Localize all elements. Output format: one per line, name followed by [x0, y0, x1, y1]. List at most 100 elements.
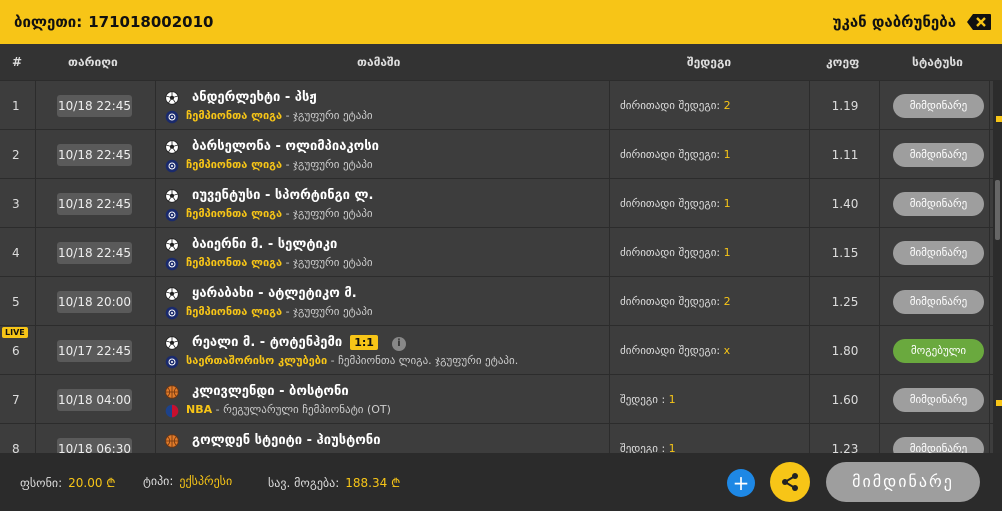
- match-teams[interactable]: იუვენტუსი - სპორტინგი ლ.: [192, 188, 373, 203]
- type-label: ტიპი:: [143, 474, 174, 488]
- match-teams[interactable]: ანდერლეხტი - პსჟ: [192, 90, 317, 105]
- status-badge[interactable]: მიმდინარე: [893, 388, 984, 412]
- live-score: 1:1: [350, 335, 378, 350]
- league-name: ჩემპიონთა ლიგა: [186, 305, 283, 318]
- odd-cell: 1.11: [810, 130, 880, 179]
- back-button[interactable]: უკან დაბრუნება: [833, 13, 992, 31]
- status-badge[interactable]: მოგებული: [893, 339, 984, 363]
- nba-icon: [165, 404, 179, 418]
- row-number-cell: 5: [0, 277, 36, 326]
- table-row[interactable]: 4 10/18 22:45 ბაიერნი მ. - სელტიკი ჩემპიონთ…: [0, 227, 1002, 277]
- bet-cell: ძირითადი შედეგი: x: [610, 326, 810, 375]
- status-badge[interactable]: მიმდინარე: [893, 290, 984, 314]
- ticket-label: ბილეთი:: [14, 13, 83, 31]
- league-name: ჩემპიონთა ლიგა: [186, 109, 283, 122]
- game-cell: კლივლენდი - ბოსტონი NBA - რეგულარული ჩემპ…: [156, 375, 610, 424]
- table-row[interactable]: 7 10/18 04:00 კლივლენდი - ბოსტონი NBA - რეგ…: [0, 374, 1002, 424]
- share-button[interactable]: [770, 462, 810, 502]
- match-teams[interactable]: კლივლენდი - ბოსტონი: [192, 384, 349, 399]
- league-name: ჩემპიონთა ლიგა: [186, 158, 283, 171]
- status-badge[interactable]: მიმდინარე: [893, 143, 984, 167]
- bet-value: 1: [723, 197, 731, 210]
- status-badge[interactable]: მიმდინარე: [893, 241, 984, 265]
- match-teams[interactable]: რეალი მ. - ტოტენჰემი: [192, 335, 342, 350]
- soccer-ball-icon: [165, 189, 179, 203]
- basketball-icon: [165, 385, 179, 399]
- teams-line: ბაიერნი მ. - სელტიკი: [192, 237, 337, 252]
- game-cell: ანდერლეხტი - პსჟ ჩემპიონთა ლიგა - ჯგუფური…: [156, 81, 610, 130]
- status-badge[interactable]: მიმდინარე: [893, 192, 984, 216]
- col-bet: შედეგი: [687, 55, 732, 69]
- league-stage: - ჯგუფური ეტაპი: [285, 158, 373, 171]
- match-date: 10/18 22:45: [57, 95, 132, 117]
- row-number-cell: 8: [0, 424, 36, 453]
- champions-league-icon: [165, 355, 179, 369]
- table-row[interactable]: 3 10/18 22:45 იუვენტუსი - სპორტინგი ლ. ჩემპ…: [0, 178, 1002, 228]
- game-cell: ბარსელონა - ოლიმპიაკოსი ჩემპიონთა ლიგა - …: [156, 130, 610, 179]
- odd-cell: 1.80: [810, 326, 880, 375]
- col-status: სტატუსი: [912, 55, 963, 69]
- table-row[interactable]: 5 10/18 20:00 ყარაბახი - ატლეტიკო მ. ჩემპიო…: [0, 276, 1002, 326]
- table-row[interactable]: LIVE 6 10/17 22:45 რეალი მ. - ტოტენჰემი 1:1 i…: [0, 325, 1002, 375]
- bet-value: x: [723, 344, 731, 357]
- col-num: #: [12, 55, 23, 69]
- stake: ფსონი: 20.00 ₾: [20, 474, 116, 491]
- league-name: ჩემპიონთა ლიგა: [186, 256, 283, 269]
- status-cell: მოგებული: [880, 326, 990, 375]
- match-teams[interactable]: ბარსელონა - ოლიმპიაკოსი: [192, 139, 379, 154]
- status-cell: მიმდინარე: [880, 424, 990, 453]
- share-icon: [782, 473, 798, 491]
- league-name: NBA: [186, 403, 213, 416]
- status-badge[interactable]: მიმდინარე: [893, 437, 984, 453]
- match-teams[interactable]: ყარაბახი - ატლეტიკო მ.: [192, 286, 357, 301]
- ticket-number: 171018002010: [88, 13, 214, 31]
- bet-type: ტიპი: ექსპრესი: [143, 474, 232, 488]
- odd-cell: 1.15: [810, 228, 880, 277]
- bet-cell: შედეგი : 1: [610, 375, 810, 424]
- match-date: 10/18 22:45: [57, 193, 132, 215]
- possible-win: სავ. მოგება: 188.34 ₾: [268, 474, 400, 491]
- row-number: 7: [12, 393, 20, 407]
- ticket-footer: ფსონი: 20.00 ₾ ტიპი: ექსპრესი სავ. მოგება:…: [0, 453, 1002, 511]
- bet-label: ძირითადი შედეგი:: [620, 246, 721, 259]
- type-value: ექსპრესი: [179, 474, 233, 488]
- row-number: 4: [12, 246, 20, 260]
- date-cell: 10/18 22:45: [36, 228, 156, 277]
- league-line: ჩემპიონთა ლიგა - ჯგუფური ეტაპი: [186, 207, 373, 220]
- col-date: თარიღი: [68, 55, 118, 69]
- odd-cell: 1.60: [810, 375, 880, 424]
- match-date: 10/18 04:00: [57, 389, 132, 411]
- scrollbar-thumb[interactable]: [995, 180, 1000, 240]
- row-number: 2: [12, 148, 20, 162]
- bet-label: შედეგი :: [620, 393, 666, 406]
- bet-table[interactable]: 1 10/18 22:45 ანდერლეხტი - პსჟ ჩემპიონთა ლი…: [0, 80, 1002, 453]
- plus-button[interactable]: +: [727, 469, 755, 497]
- table-row[interactable]: 1 10/18 22:45 ანდერლეხტი - პსჟ ჩემპიონთა ლი…: [0, 80, 1002, 130]
- odd-value: 1.80: [831, 344, 859, 358]
- bet-value: 1: [668, 393, 676, 406]
- ticket-header: ბილეთი: 171018002010 უკან დაბრუნება: [0, 0, 1002, 44]
- league-stage: - ჯგუფური ეტაპი: [285, 305, 373, 318]
- odd-cell: 1.23: [810, 424, 880, 453]
- scrollbar[interactable]: [993, 80, 1002, 453]
- bet-label: ძირითადი შედეგი:: [620, 197, 721, 210]
- odd-value: 1.25: [831, 295, 859, 309]
- table-row[interactable]: 8 10/18 06:30 გოლდენ სტეიტი - ჰიუსტონი შედე…: [0, 423, 1002, 453]
- status-button[interactable]: მიმდინარე: [826, 462, 980, 502]
- info-icon[interactable]: i: [391, 337, 406, 351]
- league-stage: - ჯგუფური ეტაპი: [285, 207, 373, 220]
- match-date: 10/18 22:45: [57, 144, 132, 166]
- soccer-ball-icon: [165, 238, 179, 252]
- row-number-cell: 1: [0, 81, 36, 130]
- bet-label: ძირითადი შედეგი:: [620, 148, 721, 161]
- row-number-cell: 4: [0, 228, 36, 277]
- table-row[interactable]: 2 10/18 22:45 ბარსელონა - ოლიმპიაკოსი ჩემპი…: [0, 129, 1002, 179]
- match-teams[interactable]: ბაიერნი მ. - სელტიკი: [192, 237, 337, 252]
- live-badge: LIVE: [2, 327, 28, 338]
- match-teams[interactable]: გოლდენ სტეიტი - ჰიუსტონი: [192, 433, 381, 448]
- bet-label: ძირითადი შედეგი:: [620, 99, 721, 112]
- match-date: 10/18 22:45: [57, 242, 132, 264]
- league-stage: - რეგულარული ჩემპიონატი (OT): [215, 403, 391, 416]
- status-badge[interactable]: მიმდინარე: [893, 94, 984, 118]
- odd-value: 1.60: [831, 393, 859, 407]
